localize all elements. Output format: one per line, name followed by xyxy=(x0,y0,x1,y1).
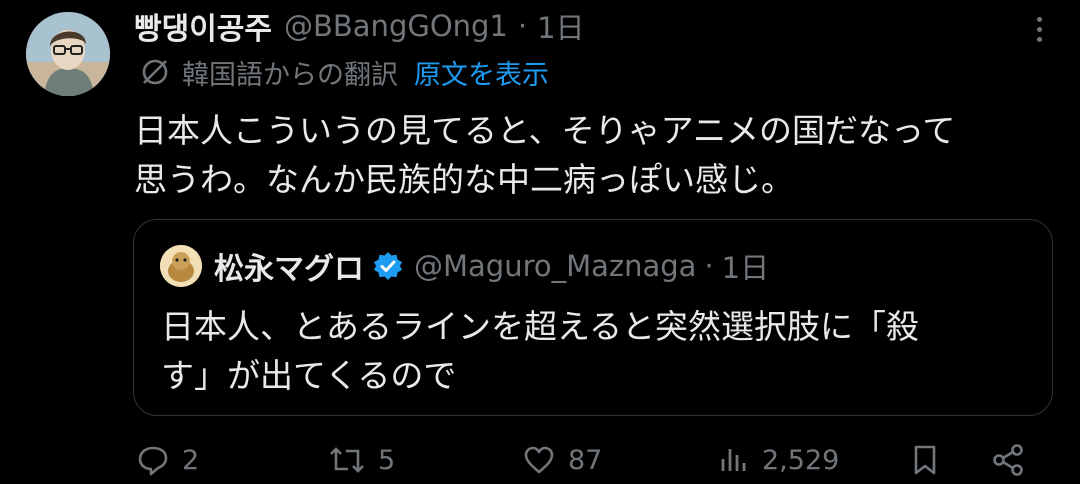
reply-icon xyxy=(138,446,168,476)
views-count: 2,529 xyxy=(762,444,840,476)
bookmark-icon xyxy=(914,445,936,475)
separator: · xyxy=(517,9,528,43)
quoted-tweet-text: 日本人、とあるラインを超えると突然選択肢に「殺 す」が出てくるので xyxy=(161,307,920,395)
retweet-icon xyxy=(330,447,364,473)
quoted-tweet[interactable]: 松永マグロ @Maguro_Maznaga · 1日 日本人、とあるラインを超え… xyxy=(133,219,1053,416)
like-button[interactable]: 87 xyxy=(522,440,602,480)
quoted-tweet-header: 松永マグロ @Maguro_Maznaga · 1日 xyxy=(160,245,770,287)
reply-count: 2 xyxy=(182,444,200,476)
tweet-text: 日本人こういうの見てると、そりゃアニメの国だなって 思うわ。なんか民族的な中二病… xyxy=(134,111,956,199)
tweet-time[interactable]: 1日 xyxy=(537,5,584,47)
retweet-count: 5 xyxy=(378,444,396,476)
quoted-author-avatar xyxy=(160,245,202,287)
author-avatar[interactable] xyxy=(26,12,110,96)
translate-icon xyxy=(142,59,168,85)
separator: · xyxy=(704,249,714,283)
quoted-author-name: 松永マグロ xyxy=(214,252,364,287)
author-name[interactable]: 빵댕이공주 xyxy=(134,4,272,48)
quoted-author-handle: @Maguro_Maznaga xyxy=(414,249,697,283)
tweet-header: 빵댕이공주 @BBangGOng1 · 1日 xyxy=(134,4,585,48)
translation-bar: 韓国語からの翻訳 原文を表示 xyxy=(138,52,549,92)
show-original-link[interactable]: 原文を表示 xyxy=(414,53,549,92)
share-button[interactable] xyxy=(990,440,1038,480)
retweet-button[interactable]: 5 xyxy=(328,440,395,480)
reply-button[interactable]: 2 xyxy=(136,440,199,480)
quoted-tweet-time: 1日 xyxy=(721,251,770,285)
author-handle[interactable]: @BBangGOng1 xyxy=(284,9,508,43)
more-icon[interactable] xyxy=(1024,14,1054,44)
bookmark-button[interactable] xyxy=(908,440,954,480)
share-icon xyxy=(993,444,1023,476)
translation-note: 韓国語からの翻訳 xyxy=(182,59,398,91)
like-icon xyxy=(524,446,554,474)
action-bar: 2 5 87 2,529 xyxy=(0,440,1080,480)
views-button[interactable]: 2,529 xyxy=(716,440,839,480)
like-count: 87 xyxy=(568,444,603,476)
verified-icon xyxy=(374,252,402,280)
views-icon xyxy=(721,449,746,471)
